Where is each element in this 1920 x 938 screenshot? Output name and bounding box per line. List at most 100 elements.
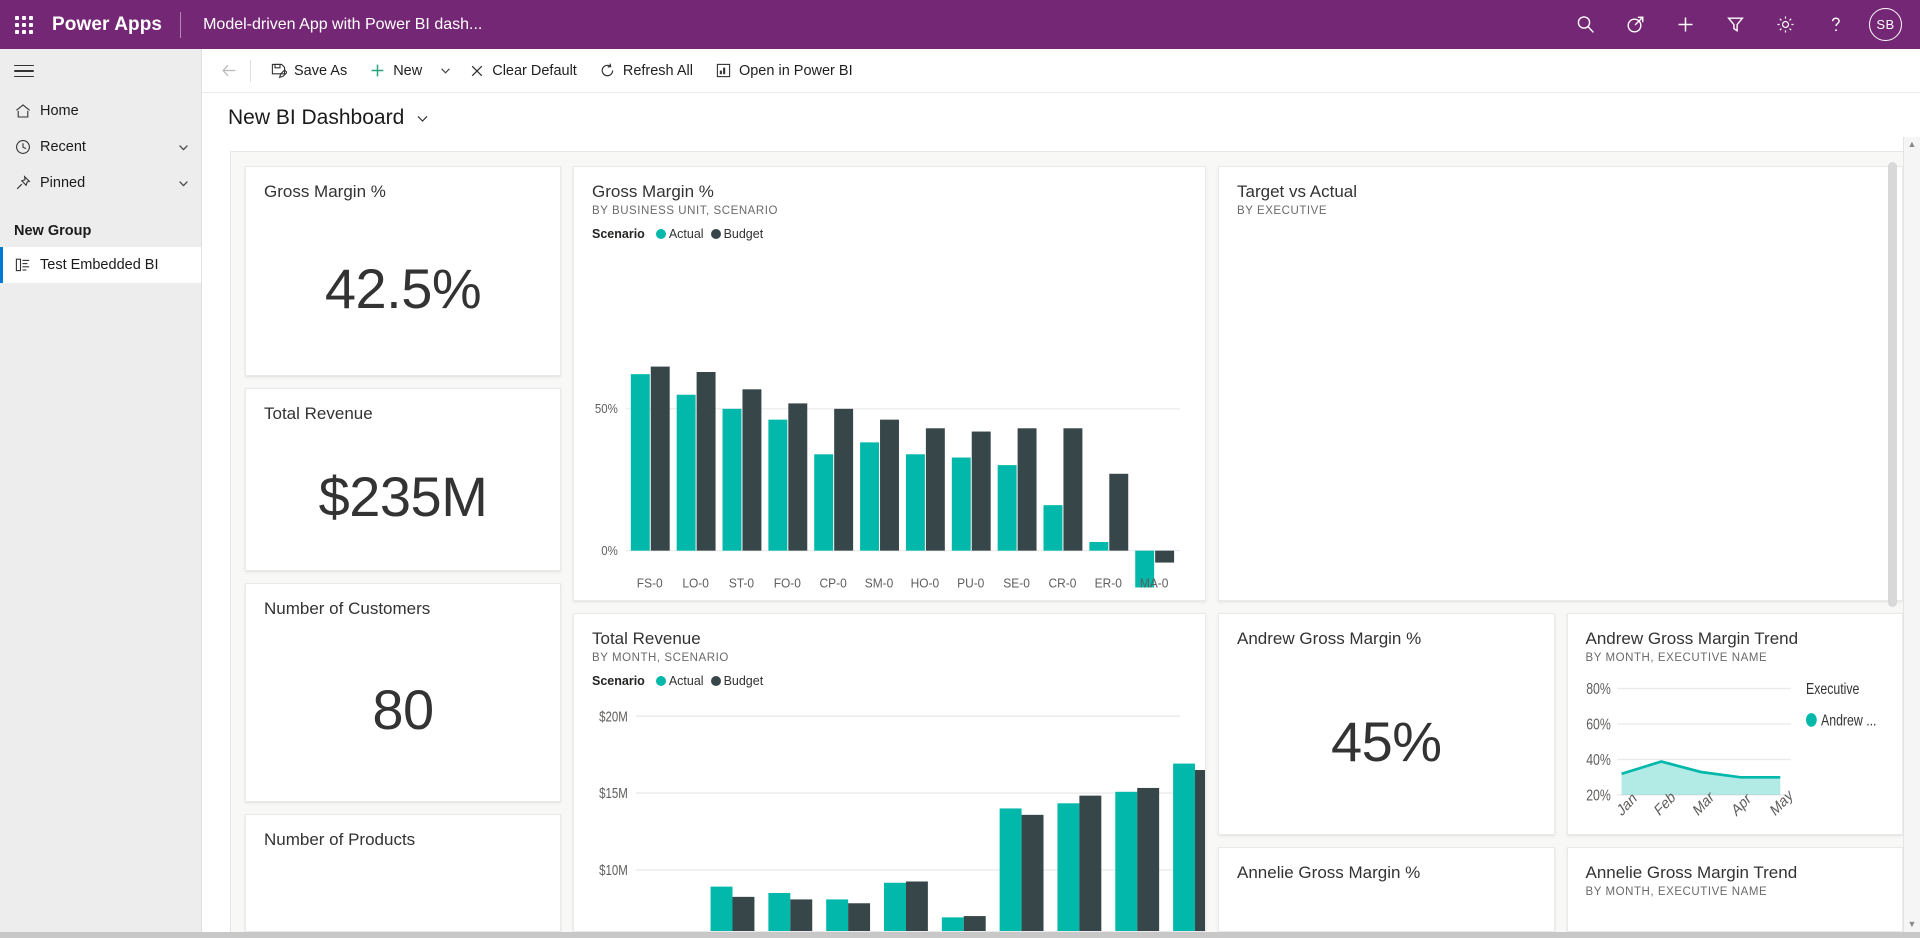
new-button[interactable]: New — [358, 54, 433, 88]
sidebar: Home Recent Pinned New Group Test Embedd… — [0, 49, 202, 932]
tile-number-of-customers-kpi[interactable]: Number of Customers 80 — [245, 583, 561, 802]
sidebar-item-label: Home — [40, 103, 79, 119]
dashboard-icon — [14, 256, 40, 274]
filter-icon[interactable] — [1711, 0, 1759, 49]
chevron-down-icon[interactable] — [175, 141, 191, 154]
svg-text:SM-0: SM-0 — [865, 576, 894, 591]
tile-subtitle: BY MONTH, SCENARIO — [592, 651, 729, 664]
tile-annelie-gross-margin-kpi[interactable]: Annelie Gross Margin % — [1218, 847, 1555, 932]
app-body: Home Recent Pinned New Group Test Embedd… — [0, 49, 1920, 932]
hamburger-menu-icon[interactable] — [0, 49, 201, 93]
app-title: Model-driven App with Power BI dash... — [203, 15, 483, 33]
tile-column-bar-charts: Gross Margin % BY BUSINESS UNIT, SCENARI… — [573, 166, 1206, 932]
home-icon — [14, 102, 40, 120]
svg-text:CR-0: CR-0 — [1049, 576, 1077, 591]
plus-icon — [369, 62, 386, 79]
gear-icon[interactable] — [1761, 0, 1809, 49]
svg-text:MA-0: MA-0 — [1140, 576, 1169, 591]
dashboard-scrollbar-thumb[interactable] — [1888, 162, 1897, 607]
chart-plot-area[interactable]: 80% 60% 40% 20% Jan Feb Mar Apr May Exec… — [1568, 664, 1903, 834]
legend-item-budget[interactable]: Budget — [710, 227, 763, 241]
svg-text:$10M: $10M — [599, 861, 628, 878]
tile-subtitle: BY MONTH, EXECUTIVE NAME — [1585, 885, 1768, 898]
legend-label: Actual — [668, 673, 704, 688]
tile-total-revenue-kpi[interactable]: Total Revenue $235M — [245, 387, 561, 572]
dashboard-canvas: Gross Margin % 42.5% Total Revenue $235M… — [230, 151, 1903, 932]
executive-kpi-column: Andrew Gross Margin % 45% Annelie Gross … — [1218, 613, 1555, 932]
page-title-chevron-down-icon[interactable] — [415, 111, 430, 126]
sidebar-item-recent[interactable]: Recent — [0, 129, 201, 165]
legend-item-actual[interactable]: Actual — [655, 673, 704, 688]
svg-text:LO-0: LO-0 — [682, 576, 709, 591]
svg-text:ER-0: ER-0 — [1095, 576, 1122, 591]
sidebar-item-home[interactable]: Home — [0, 93, 201, 129]
chevron-down-icon[interactable] — [175, 177, 191, 190]
executive-trend-column: Andrew Gross Margin Trend BY MONTH, EXEC… — [1566, 613, 1903, 932]
svg-text:$15M: $15M — [599, 784, 628, 801]
caret-up-icon[interactable]: ▲ — [1908, 140, 1917, 149]
tile-total-revenue-by-month[interactable]: Total Revenue BY MONTH, SCENARIO Scenari… — [573, 613, 1206, 932]
tile-andrew-gross-margin-kpi[interactable]: Andrew Gross Margin % 45% — [1218, 613, 1555, 835]
svg-text:FS-0: FS-0 — [637, 576, 663, 591]
page-scrollbar[interactable]: ▲ ▼ — [1903, 137, 1920, 932]
chart-plot-area[interactable]: $20M $15M $10M — [574, 688, 1205, 931]
save-as-button[interactable]: Save As — [259, 54, 358, 88]
command-label: Refresh All — [622, 62, 693, 79]
clock-icon — [14, 138, 40, 156]
tile-subtitle: BY MONTH, EXECUTIVE NAME — [1585, 651, 1768, 664]
new-chevron-down-icon[interactable] — [433, 54, 458, 88]
sidebar-item-pinned[interactable]: Pinned — [0, 165, 201, 201]
tile-annelie-gross-margin-trend[interactable]: Annelie Gross Margin Trend BY MONTH, EXE… — [1566, 847, 1903, 932]
legend-swatch — [1805, 712, 1817, 727]
clear-default-button[interactable]: Clear Default — [458, 54, 588, 88]
tile-gross-margin-kpi[interactable]: Gross Margin % 42.5% — [245, 166, 561, 376]
refresh-icon — [599, 62, 616, 79]
legend-item-actual[interactable]: Actual — [655, 227, 704, 241]
avatar[interactable]: SB — [1869, 8, 1902, 41]
svg-text:$20M: $20M — [599, 707, 628, 724]
assistant-icon[interactable] — [1611, 0, 1659, 49]
svg-text:80%: 80% — [1586, 679, 1611, 697]
chart-plot-area[interactable]: 50% 0% FS-0 LO-0 ST-0 FO-0 CP-0 SM-0 HO-… — [574, 241, 1205, 600]
dashboard-scrollbar[interactable] — [1888, 162, 1897, 904]
command-label: Open in Power BI — [738, 62, 853, 79]
tile-title: Number of Products — [264, 829, 416, 849]
legend-swatch — [710, 675, 721, 686]
kpi-value: 45% — [1330, 709, 1442, 773]
avatar-initials: SB — [1876, 17, 1895, 32]
app-launcher-icon[interactable] — [0, 0, 48, 49]
dashboard-canvas-wrapper: Gross Margin % 42.5% Total Revenue $235M… — [202, 137, 1920, 932]
tile-title: Gross Margin % — [592, 182, 714, 201]
tile-title: Total Revenue — [592, 629, 701, 648]
tile-gross-margin-by-business-unit[interactable]: Gross Margin % BY BUSINESS UNIT, SCENARI… — [573, 166, 1206, 601]
tile-number-of-products-kpi[interactable]: Number of Products — [245, 813, 561, 932]
svg-text:CP-0: CP-0 — [820, 576, 847, 591]
command-label: New — [393, 62, 423, 79]
sidebar-item-test-embedded-bi[interactable]: Test Embedded BI — [0, 247, 201, 283]
caret-down-icon[interactable]: ▼ — [1908, 920, 1917, 929]
back-button[interactable] — [212, 54, 246, 88]
top-header: Power Apps Model-driven App with Power B… — [0, 0, 1920, 49]
open-in-power-bi-button[interactable]: Open in Power BI — [704, 54, 864, 88]
tile-title: Target vs Actual — [1237, 182, 1358, 201]
power-apps-window: Power Apps Model-driven App with Power B… — [0, 0, 1920, 938]
refresh-all-button[interactable]: Refresh All — [588, 54, 704, 88]
kpi-value: 80 — [372, 678, 434, 742]
legend-item-budget[interactable]: Budget — [710, 674, 763, 688]
close-icon — [469, 63, 485, 79]
plus-icon[interactable] — [1661, 0, 1709, 49]
help-icon[interactable] — [1811, 0, 1859, 49]
svg-text:FO-0: FO-0 — [774, 576, 801, 591]
tile-title: Andrew Gross Margin Trend — [1585, 629, 1799, 648]
gross-margin-bar-chart: 50% 0% FS-0 LO-0 ST-0 FO-0 CP-0 SM-0 HO-… — [595, 366, 1181, 591]
window-bottom-edge — [0, 932, 1920, 938]
tile-title: Total Revenue — [264, 403, 373, 423]
svg-text:PU-0: PU-0 — [957, 576, 984, 591]
tile-andrew-gross-margin-trend[interactable]: Andrew Gross Margin Trend BY MONTH, EXEC… — [1566, 613, 1903, 835]
sidebar-item-label: Test Embedded BI — [40, 257, 159, 273]
tile-target-vs-actual[interactable]: Target vs Actual BY EXECUTIVE — [1218, 166, 1903, 601]
save-as-icon — [270, 62, 287, 79]
search-icon[interactable] — [1561, 0, 1609, 49]
legend-title: Scenario — [592, 226, 645, 241]
svg-text:ST-0: ST-0 — [729, 576, 754, 591]
